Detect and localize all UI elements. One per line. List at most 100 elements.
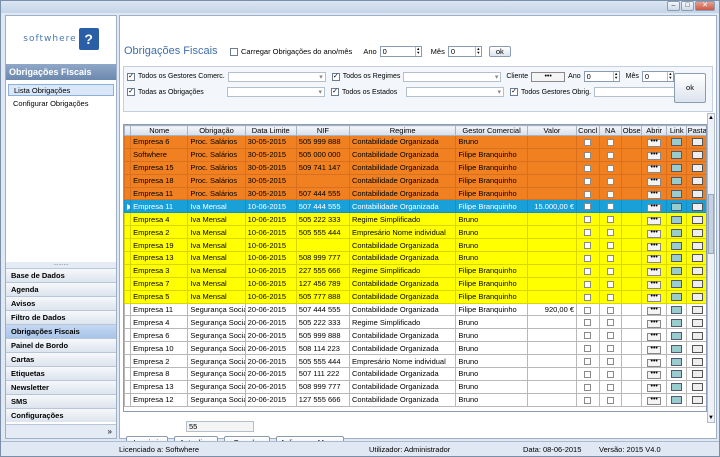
cell-nome[interactable]: Empresa 11 bbox=[130, 199, 189, 214]
cell-nif[interactable]: 505 555 444 bbox=[295, 354, 350, 369]
cell-link[interactable] bbox=[665, 263, 688, 278]
cell-nif[interactable]: 508 999 777 bbox=[295, 379, 350, 394]
cell-nome[interactable]: Empresa 4 bbox=[130, 315, 189, 330]
close-icon[interactable]: ✕ bbox=[695, 1, 715, 11]
cell-valor[interactable] bbox=[526, 225, 578, 240]
cell-nome[interactable]: Empresa 6 bbox=[130, 328, 189, 343]
nav-sms[interactable]: SMS bbox=[6, 394, 116, 408]
table-row[interactable]: Empresa 7 Iva Mensal 10-06-2015 127 456 789… bbox=[124, 276, 706, 291]
cell-obrigacao[interactable]: Proc. Salários bbox=[187, 173, 246, 188]
cell-pasta[interactable] bbox=[686, 173, 706, 188]
open-button[interactable]: ••• bbox=[647, 306, 662, 315]
cell-gestor-comercial[interactable]: Filipe Branquinho bbox=[455, 173, 528, 188]
filter-mes-spinner[interactable]: 0 ▲ ▼ bbox=[641, 71, 674, 82]
cell-pasta[interactable] bbox=[686, 367, 706, 381]
link-icon[interactable] bbox=[671, 370, 683, 379]
cell-regime[interactable]: Contabilidade Organizada bbox=[348, 276, 457, 291]
minimize-icon[interactable]: – bbox=[667, 1, 680, 11]
concl-checkbox[interactable] bbox=[584, 177, 592, 185]
cell-data-limite[interactable]: 30-05-2015 bbox=[244, 160, 297, 175]
concl-checkbox[interactable] bbox=[584, 306, 592, 314]
cell-valor[interactable] bbox=[526, 328, 578, 343]
cell-valor[interactable]: 15.000,00 € bbox=[526, 199, 578, 214]
cell-nome[interactable]: Softwhere bbox=[130, 147, 189, 162]
regimes-dropdown[interactable] bbox=[403, 71, 502, 82]
link-icon[interactable] bbox=[671, 151, 683, 160]
gestores-checkbox[interactable]: ✓ bbox=[127, 72, 135, 81]
cell-obse[interactable] bbox=[620, 367, 643, 381]
estados-checkbox[interactable]: ✓ bbox=[331, 88, 339, 96]
sidebar-item-configurar-obrigacoes[interactable]: Configurar Obrigações bbox=[8, 98, 114, 110]
link-icon[interactable] bbox=[671, 293, 683, 302]
cell-na[interactable] bbox=[598, 379, 622, 394]
cell-nif[interactable]: 507 444 555 bbox=[295, 186, 350, 201]
link-icon[interactable] bbox=[671, 344, 683, 353]
cell-regime[interactable]: Contabilidade Organizada bbox=[348, 238, 457, 253]
cell-nif[interactable]: 505 777 888 bbox=[295, 289, 350, 304]
cell-abrir[interactable]: ••• bbox=[641, 328, 667, 343]
cell-abrir[interactable]: ••• bbox=[641, 276, 667, 291]
cell-concl[interactable] bbox=[576, 289, 600, 304]
na-checkbox[interactable] bbox=[606, 177, 614, 185]
open-button[interactable]: ••• bbox=[647, 293, 662, 303]
folder-icon[interactable] bbox=[691, 318, 703, 327]
cell-na[interactable] bbox=[598, 289, 622, 304]
link-icon[interactable] bbox=[671, 202, 683, 211]
cell-abrir[interactable]: ••• bbox=[641, 135, 667, 149]
cell-pasta[interactable] bbox=[686, 135, 706, 149]
cell-gestor-comercial[interactable]: Bruno bbox=[455, 251, 528, 265]
folder-icon[interactable] bbox=[691, 383, 703, 392]
cell-abrir[interactable]: ••• bbox=[641, 173, 667, 188]
cell-valor[interactable] bbox=[526, 263, 578, 278]
col-header-abrir[interactable]: Abrir bbox=[641, 125, 667, 136]
folder-icon[interactable] bbox=[691, 241, 703, 250]
nav-cartas[interactable]: Cartas bbox=[6, 352, 116, 366]
cell-obse[interactable] bbox=[620, 135, 643, 149]
link-icon[interactable] bbox=[671, 190, 683, 199]
cell-obrigacao[interactable]: Iva Mensal bbox=[187, 251, 246, 265]
cell-concl[interactable] bbox=[576, 328, 600, 343]
cell-abrir[interactable]: ••• bbox=[641, 147, 667, 162]
link-icon[interactable] bbox=[671, 306, 683, 315]
cell-abrir[interactable]: ••• bbox=[641, 199, 667, 214]
concl-checkbox[interactable] bbox=[584, 190, 592, 198]
cell-pasta[interactable] bbox=[686, 212, 706, 227]
cell-regime[interactable]: Contabilidade Organizada bbox=[348, 173, 457, 188]
link-icon[interactable] bbox=[671, 138, 683, 147]
cell-link[interactable] bbox=[665, 367, 688, 381]
link-icon[interactable] bbox=[671, 215, 683, 224]
cell-na[interactable] bbox=[598, 354, 622, 369]
cell-nome[interactable]: Empresa 2 bbox=[130, 354, 189, 369]
cell-pasta[interactable] bbox=[686, 289, 706, 304]
cell-gestor-comercial[interactable]: Bruno bbox=[455, 392, 528, 407]
folder-icon[interactable] bbox=[691, 254, 703, 263]
cell-valor[interactable] bbox=[526, 379, 578, 394]
cell-nome[interactable]: Empresa 11 bbox=[130, 186, 189, 201]
ano-spin-arrows-icon[interactable]: ▲ ▼ bbox=[414, 47, 421, 56]
cell-pasta[interactable] bbox=[686, 379, 706, 394]
na-checkbox[interactable] bbox=[606, 306, 614, 314]
cliente-picker-button[interactable]: ••• bbox=[531, 71, 566, 82]
cell-obse[interactable] bbox=[620, 341, 643, 356]
cell-nif[interactable]: 505 999 888 bbox=[295, 135, 350, 149]
cell-concl[interactable] bbox=[576, 135, 600, 149]
cell-gestor-comercial[interactable]: Bruno bbox=[455, 135, 528, 149]
cell-nome[interactable]: Empresa 15 bbox=[130, 160, 189, 175]
cell-regime[interactable]: Regime Simplificado bbox=[348, 315, 457, 330]
cell-data-limite[interactable]: 10-06-2015 bbox=[244, 263, 297, 278]
nav-agenda[interactable]: Agenda bbox=[6, 282, 116, 296]
concl-checkbox[interactable] bbox=[584, 358, 592, 366]
cell-nome[interactable]: Empresa 5 bbox=[130, 289, 189, 304]
concl-checkbox[interactable] bbox=[584, 203, 592, 211]
cell-nif[interactable]: 508 999 777 bbox=[295, 251, 350, 265]
na-checkbox[interactable] bbox=[606, 345, 614, 353]
cell-valor[interactable] bbox=[526, 160, 578, 175]
na-checkbox[interactable] bbox=[606, 332, 614, 340]
cell-gestor-comercial[interactable]: Bruno bbox=[455, 238, 528, 253]
cell-abrir[interactable]: ••• bbox=[641, 341, 667, 356]
folder-icon[interactable] bbox=[691, 331, 703, 340]
cell-nif[interactable]: 507 444 555 bbox=[295, 199, 350, 214]
open-button[interactable]: ••• bbox=[647, 203, 662, 212]
cell-data-limite[interactable]: 20-06-2015 bbox=[244, 392, 297, 407]
open-button[interactable]: ••• bbox=[647, 370, 662, 380]
